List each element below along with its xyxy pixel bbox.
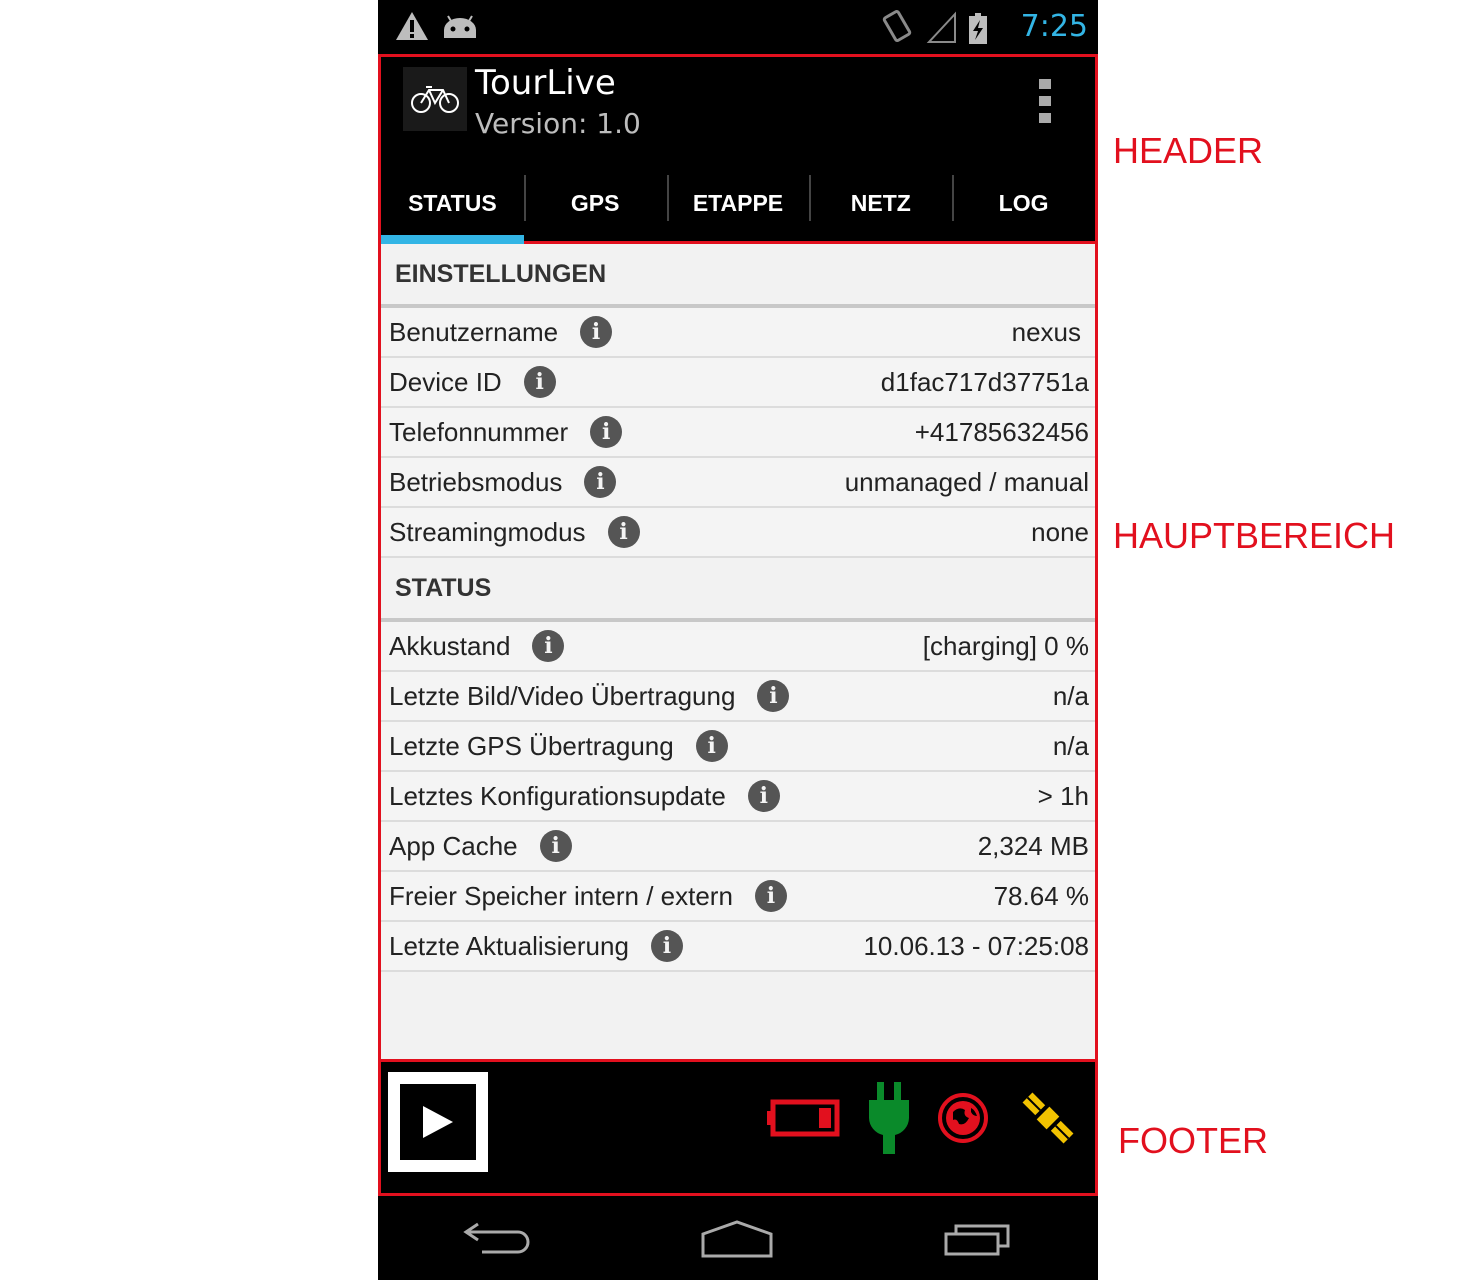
back-icon[interactable] xyxy=(462,1218,532,1258)
annotation-main: HAUPTBEREICH xyxy=(1113,515,1396,556)
list-item: Letzte Aktualisierung i 10.06.13 - 07:25… xyxy=(381,922,1095,972)
row-label: Betriebsmodus xyxy=(389,466,563,497)
tab-bar: STATUS GPS ETAPPE NETZ LOG xyxy=(381,167,1095,245)
row-label: Freier Speicher intern / extern xyxy=(389,880,733,911)
row-label: Streamingmodus xyxy=(389,516,586,547)
tab-log[interactable]: LOG xyxy=(952,167,1095,239)
list-item: Device ID i d1fac717d37751a xyxy=(381,358,1095,408)
phone-screen: 7:25 TourLive Version: 1.0 STATUS GPS ET… xyxy=(378,0,1098,1280)
row-value: nexus xyxy=(1011,316,1081,347)
info-icon[interactable]: i xyxy=(584,466,617,498)
info-icon[interactable]: i xyxy=(695,730,728,762)
recent-apps-icon[interactable] xyxy=(942,1218,1014,1258)
footer-status-icons xyxy=(767,1082,1081,1154)
warning-icon xyxy=(396,12,428,40)
row-label: Akkustand xyxy=(389,630,511,661)
status-bar-notifications xyxy=(396,10,476,48)
row-label: Letzte GPS Übertragung xyxy=(389,730,674,761)
info-icon[interactable]: i xyxy=(532,630,565,662)
list-item: Letztes Konfigurationsupdate i > 1h xyxy=(381,772,1095,822)
list-item: Betriebsmodus i unmanaged / manual xyxy=(381,458,1095,508)
plug-icon xyxy=(869,1082,909,1154)
home-icon[interactable] xyxy=(699,1218,775,1258)
row-label: Telefonnummer xyxy=(389,416,569,447)
overflow-menu-icon[interactable] xyxy=(1039,79,1051,123)
tab-netz[interactable]: NETZ xyxy=(809,167,952,239)
play-button[interactable] xyxy=(388,1072,488,1172)
row-value: > 1h xyxy=(1037,780,1089,811)
battery-icon xyxy=(767,1099,840,1137)
row-value: +41785632456 xyxy=(914,416,1089,447)
annotation-header: HEADER xyxy=(1113,130,1264,171)
app-title: TourLive xyxy=(475,63,616,103)
row-value: unmanaged / manual xyxy=(844,466,1089,497)
row-label: Letzte Aktualisierung xyxy=(389,930,629,961)
navigation-bar xyxy=(378,1196,1098,1280)
row-value: n/a xyxy=(1052,730,1089,761)
annotation-footer: FOOTER xyxy=(1118,1120,1268,1161)
row-label: Benutzername xyxy=(389,316,559,347)
info-icon[interactable]: i xyxy=(754,880,787,912)
info-icon[interactable]: i xyxy=(607,516,640,548)
section-header-status: STATUS xyxy=(381,558,1095,622)
vibrate-icon xyxy=(882,9,911,43)
row-value: 2,324 MB xyxy=(977,830,1089,861)
section-header-settings: EINSTELLUNGEN xyxy=(381,244,1095,308)
list-item: Freier Speicher intern / extern i 78.64 … xyxy=(381,872,1095,922)
list-item: Letzte GPS Übertragung i n/a xyxy=(381,722,1095,772)
row-label: App Cache xyxy=(389,830,518,861)
bicycle-icon xyxy=(403,67,467,131)
app-footer xyxy=(378,1062,1098,1196)
info-icon[interactable]: i xyxy=(523,366,556,398)
tab-etappe[interactable]: ETAPPE xyxy=(666,167,810,239)
list-item: Telefonnummer i +41785632456 xyxy=(381,408,1095,458)
row-value: 10.06.13 - 07:25:08 xyxy=(863,930,1089,961)
row-label: Device ID xyxy=(389,366,502,397)
play-icon xyxy=(400,1084,476,1160)
status-bar-system: 7:25 xyxy=(879,4,1088,48)
row-value: [charging] 0 % xyxy=(922,630,1089,661)
satellite-icon xyxy=(1022,1092,1074,1144)
row-label: Letzte Bild/Video Übertragung xyxy=(389,680,736,711)
info-icon[interactable]: i xyxy=(580,316,613,348)
row-value: none xyxy=(1031,516,1089,547)
list-item: Letzte Bild/Video Übertragung i n/a xyxy=(381,672,1095,722)
row-label: Letztes Konfigurationsupdate xyxy=(389,780,726,811)
list-item: Akkustand i [charging] 0 % xyxy=(381,622,1095,672)
main-area: EINSTELLUNGEN Benutzername i nexus Devic… xyxy=(378,244,1098,1062)
globe-icon xyxy=(938,1093,988,1143)
info-icon[interactable]: i xyxy=(650,930,683,962)
list-item: Benutzername i nexus xyxy=(381,308,1095,358)
row-value: n/a xyxy=(1052,680,1089,711)
app-header: TourLive Version: 1.0 STATUS GPS ETAPPE … xyxy=(378,54,1098,245)
row-value: 78.64 % xyxy=(993,880,1089,911)
clock: 7:25 xyxy=(1020,8,1088,44)
info-icon[interactable]: i xyxy=(539,830,572,862)
info-icon[interactable]: i xyxy=(757,680,790,712)
info-icon[interactable]: i xyxy=(747,780,780,812)
info-icon[interactable]: i xyxy=(590,416,623,448)
status-bar: 7:25 xyxy=(378,0,1098,54)
signal-icon xyxy=(926,11,956,43)
app-version: Version: 1.0 xyxy=(475,107,641,140)
tab-status[interactable]: STATUS xyxy=(381,167,524,245)
battery-charging-icon xyxy=(968,13,987,44)
list-item: App Cache i 2,324 MB xyxy=(381,822,1095,872)
list-item: Streamingmodus i none xyxy=(381,508,1095,558)
android-icon xyxy=(444,15,476,38)
tab-gps[interactable]: GPS xyxy=(523,167,667,239)
row-value: d1fac717d37751a xyxy=(880,366,1089,397)
